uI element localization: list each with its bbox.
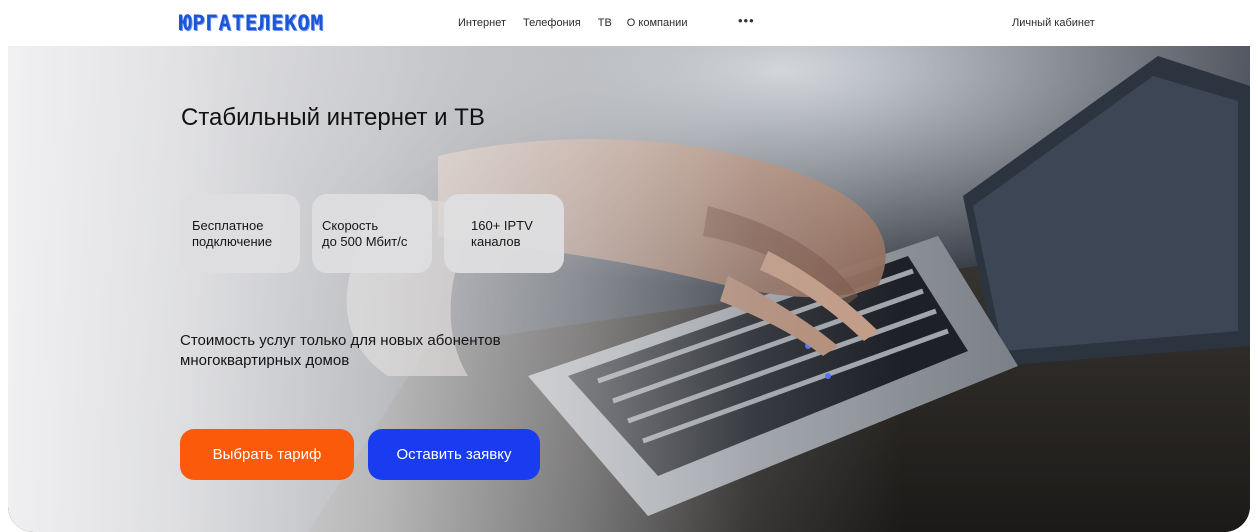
choose-tariff-button[interactable]: Выбрать тариф bbox=[180, 429, 354, 480]
account-link[interactable]: Личный кабинет bbox=[1012, 17, 1095, 29]
nav-internet[interactable]: Интернет bbox=[458, 17, 506, 29]
feature-card-free-connection: Бесплатное подключение bbox=[180, 194, 300, 273]
site-header: ЮРГАТЕЛЕКОМ Интернет Телефония ТВ О комп… bbox=[0, 0, 1258, 46]
hero-title: Стабильный интернет и ТВ bbox=[181, 104, 485, 131]
submit-request-button[interactable]: Оставить заявку bbox=[368, 429, 540, 480]
pricing-notice: Стоимость услуг только для новых абонент… bbox=[180, 332, 501, 369]
feature-text: 160+ IPTV каналов bbox=[471, 217, 533, 249]
nav-telephony[interactable]: Телефония bbox=[523, 17, 581, 29]
feature-card-speed: Скорость до 500 Мбит/с bbox=[312, 194, 432, 273]
nav-tv[interactable]: ТВ bbox=[598, 17, 612, 29]
nav-about[interactable]: О компании bbox=[627, 17, 688, 29]
feature-text: Бесплатное подключение bbox=[192, 217, 273, 249]
feature-text: Скорость до 500 Мбит/с bbox=[322, 217, 408, 249]
feature-card-iptv: 160+ IPTV каналов bbox=[444, 194, 564, 273]
main-nav: Интернет Телефония ТВ О компании bbox=[458, 17, 704, 29]
more-menu-icon[interactable]: ••• bbox=[738, 13, 755, 28]
brand-logo[interactable]: ЮРГАТЕЛЕКОМ bbox=[179, 11, 324, 35]
hero-banner: Стабильный интернет и ТВ Бесплатное подк… bbox=[8, 46, 1250, 532]
